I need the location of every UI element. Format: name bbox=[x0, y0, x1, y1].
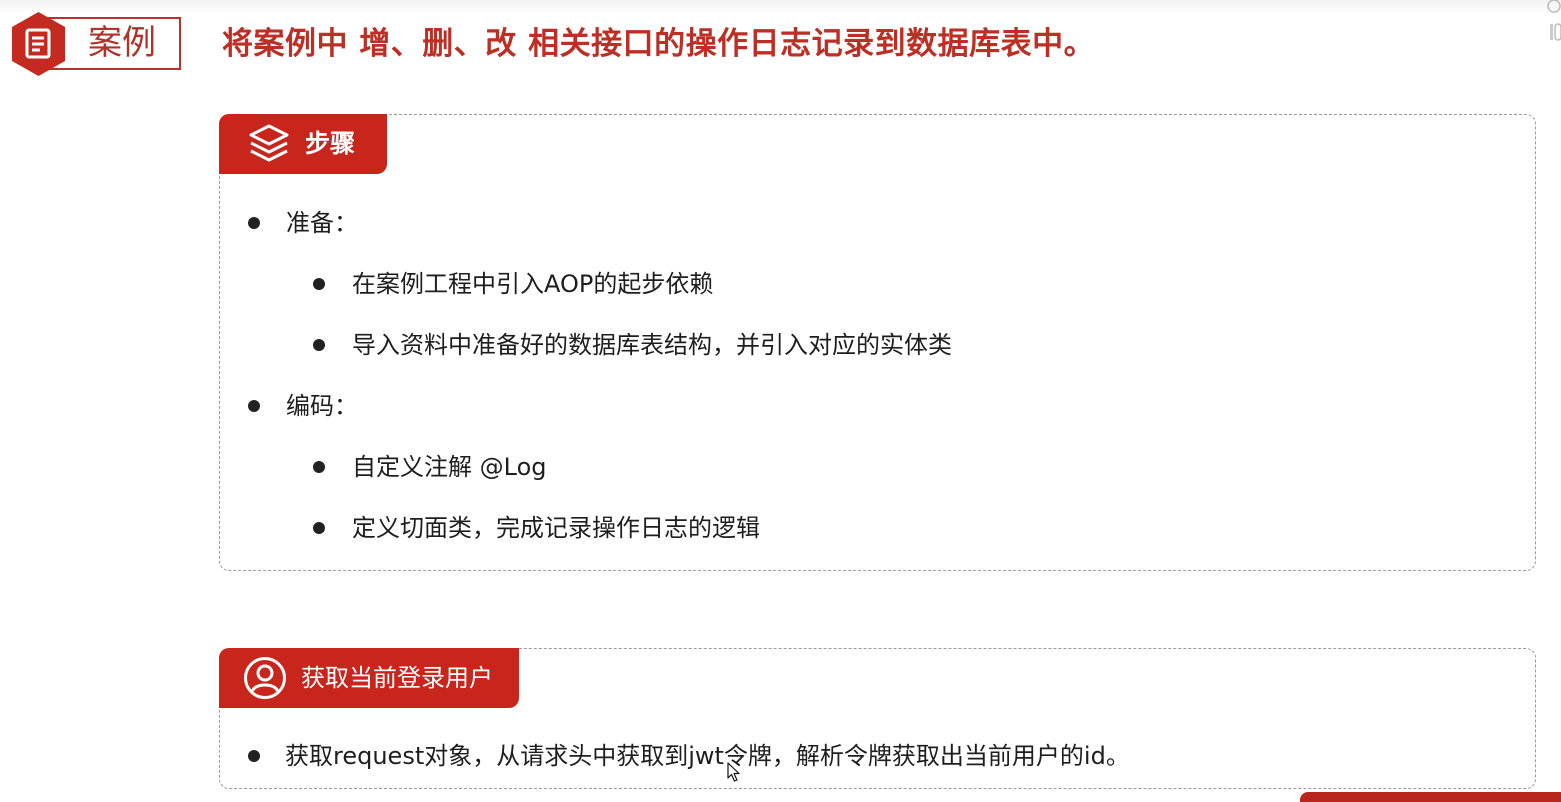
bullet-l1 bbox=[248, 750, 260, 762]
bottom-right-strip bbox=[1300, 792, 1561, 802]
bullet-l2 bbox=[313, 522, 325, 534]
list-item: 获取request对象，从请求头中获取到jwt令牌，解析令牌获取出当前用户的id… bbox=[285, 742, 1130, 770]
list-item: 准备： bbox=[286, 209, 358, 237]
top-shade bbox=[0, 0, 1561, 14]
list-item: 自定义注解 @Log bbox=[352, 453, 547, 481]
bullet-l2 bbox=[313, 278, 325, 290]
bullet-l1 bbox=[248, 400, 260, 412]
steps-tab-label: 步骤 bbox=[305, 129, 356, 158]
list-item: 定义切面类，完成记录操作日志的逻辑 bbox=[352, 514, 760, 542]
layers-icon bbox=[249, 124, 289, 162]
bullet-l2 bbox=[313, 461, 325, 473]
current-user-tab: 获取当前登录用户 bbox=[219, 648, 519, 708]
user-icon bbox=[244, 657, 286, 699]
list-item: 导入资料中准备好的数据库表结构，并引入对应的实体类 bbox=[352, 331, 952, 359]
list-item: 编码： bbox=[286, 392, 358, 420]
pointer-cursor-icon bbox=[727, 762, 740, 782]
document-icon bbox=[12, 12, 65, 76]
edge-control-icon bbox=[1547, 0, 1561, 41]
page-title: 将案例中 增、删、改 相关接口的操作日志记录到数据库表中。 bbox=[222, 26, 1096, 62]
bullet-l2 bbox=[313, 339, 325, 351]
bullet-l1 bbox=[248, 217, 260, 229]
current-user-tab-label: 获取当前登录用户 bbox=[301, 664, 493, 692]
list-item: 在案例工程中引入AOP的起步依赖 bbox=[352, 270, 714, 298]
steps-tab: 步骤 bbox=[219, 114, 387, 174]
case-badge-label: 案例 bbox=[88, 23, 156, 63]
